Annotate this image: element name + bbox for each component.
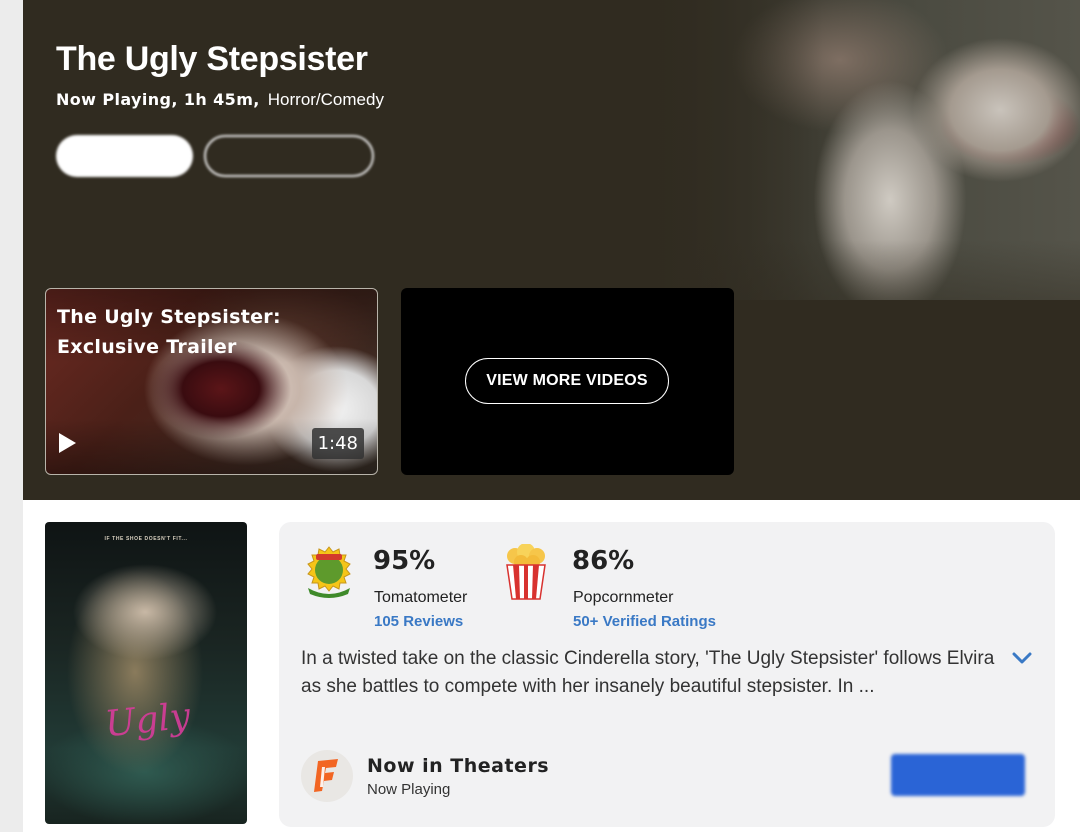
movie-genre: Horror/Comedy xyxy=(267,90,384,109)
secondary-action-button[interactable] xyxy=(204,135,374,177)
poster-tagline: IF THE SHOE DOESN'T FIT... xyxy=(104,536,188,542)
page-left-margin xyxy=(0,0,23,832)
popcornmeter-score: 86% xyxy=(572,546,635,576)
poster-title-art: Ugly xyxy=(103,695,193,746)
tomatometer-label: Tomatometer xyxy=(374,589,468,606)
popcornmeter-label: Popcornmeter xyxy=(573,589,674,606)
play-icon[interactable] xyxy=(59,433,76,453)
popcorn-bucket-icon xyxy=(506,544,546,600)
view-more-videos-button[interactable]: VIEW MORE VIDEOS xyxy=(465,358,669,404)
buy-tickets-button[interactable] xyxy=(891,754,1025,796)
movie-synopsis: In a twisted take on the classic Cindere… xyxy=(301,648,995,697)
movie-meta: Now Playing, 1h 45m, Horror/Comedy xyxy=(56,90,384,110)
primary-action-button[interactable] xyxy=(56,135,193,177)
chevron-down-icon[interactable] xyxy=(1012,651,1032,665)
movie-title: The Ugly Stepsister xyxy=(56,40,368,78)
trailer-video-card[interactable]: The Ugly Stepsister: Exclusive Trailer 1… xyxy=(45,288,378,475)
fandango-icon xyxy=(301,750,353,802)
movie-status-runtime: Now Playing, 1h 45m, xyxy=(56,90,260,109)
certified-fresh-icon xyxy=(307,546,351,598)
trailer-title: The Ugly Stepsister: Exclusive Trailer xyxy=(57,306,281,358)
movie-hero: The Ugly Stepsister Now Playing, 1h 45m,… xyxy=(23,0,1080,500)
tomatometer-reviews-link[interactable]: 105 Reviews xyxy=(374,613,463,630)
more-videos-card: VIEW MORE VIDEOS xyxy=(401,288,734,475)
scores-panel: 95% Tomatometer 105 Reviews 86% Popcornm… xyxy=(279,522,1055,827)
video-duration: 1:48 xyxy=(311,428,364,459)
popcornmeter-ratings-link[interactable]: 50+ Verified Ratings xyxy=(573,613,716,630)
theaters-title: Now in Theaters xyxy=(367,755,550,777)
movie-poster[interactable]: IF THE SHOE DOESN'T FIT... Ugly xyxy=(45,522,247,824)
theaters-subtitle: Now Playing xyxy=(367,781,451,798)
tomatometer-score: 95% xyxy=(373,546,436,576)
